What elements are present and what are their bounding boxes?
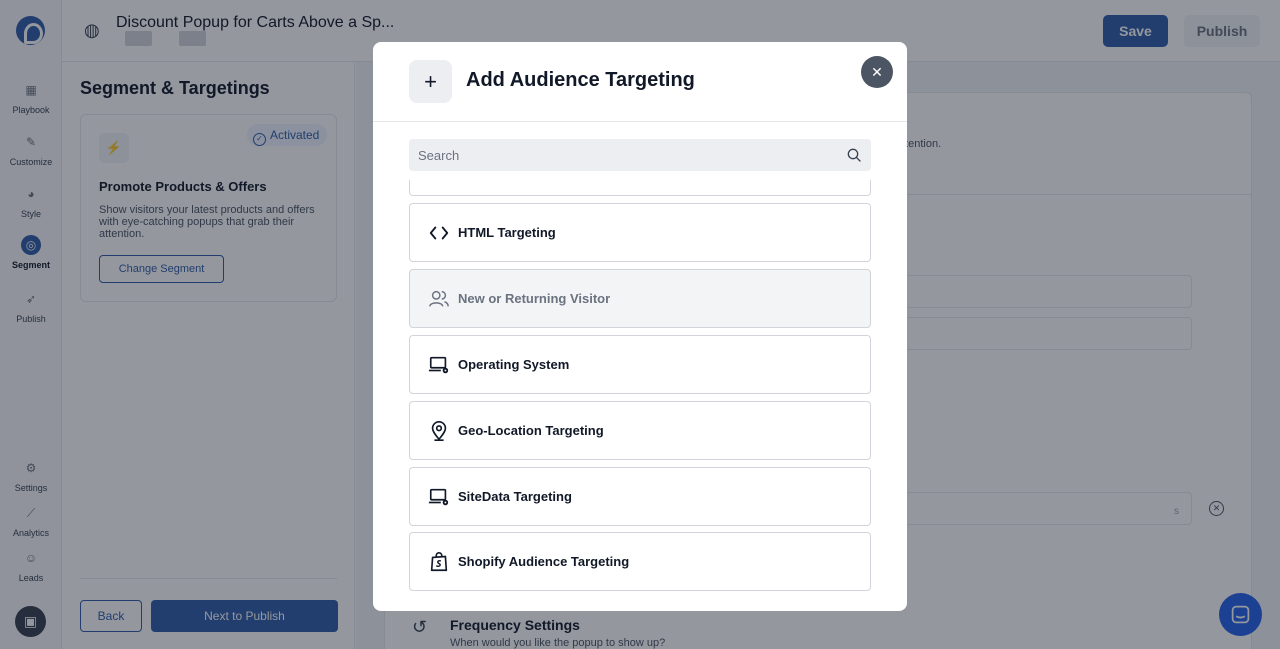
option-label: Shopify Audience Targeting [458, 554, 630, 569]
targeting-option[interactable] [409, 180, 871, 196]
option-label: New or Returning Visitor [458, 291, 611, 306]
laptop-gear-icon [428, 488, 449, 506]
option-label: SiteData Targeting [458, 489, 572, 504]
targeting-option-geo-location[interactable]: Geo-Location Targeting [409, 401, 871, 460]
option-label: Geo-Location Targeting [458, 423, 604, 438]
targeting-option-shopify-audience[interactable]: Shopify Audience Targeting [409, 532, 871, 591]
targeting-option-html[interactable]: HTML Targeting [409, 203, 871, 262]
laptop-gear-icon [428, 356, 449, 374]
shopify-bag-icon [430, 552, 448, 572]
divider [373, 121, 907, 122]
modal-title: Add Audience Targeting [466, 69, 695, 91]
option-label: Operating System [458, 357, 570, 372]
close-button[interactable]: ✕ [861, 56, 893, 88]
targeting-option-new-or-returning-visitor: New or Returning Visitor [409, 269, 871, 328]
users-icon [429, 290, 449, 307]
search-input[interactable] [409, 139, 871, 171]
plus-icon: + [409, 60, 452, 103]
map-pin-icon [431, 421, 447, 441]
targeting-option-operating-system[interactable]: Operating System [409, 335, 871, 394]
search-icon [847, 148, 861, 162]
option-label: HTML Targeting [458, 225, 556, 240]
targeting-option-sitedata[interactable]: SiteData Targeting [409, 467, 871, 526]
close-icon: ✕ [871, 64, 883, 80]
code-icon [429, 226, 449, 240]
